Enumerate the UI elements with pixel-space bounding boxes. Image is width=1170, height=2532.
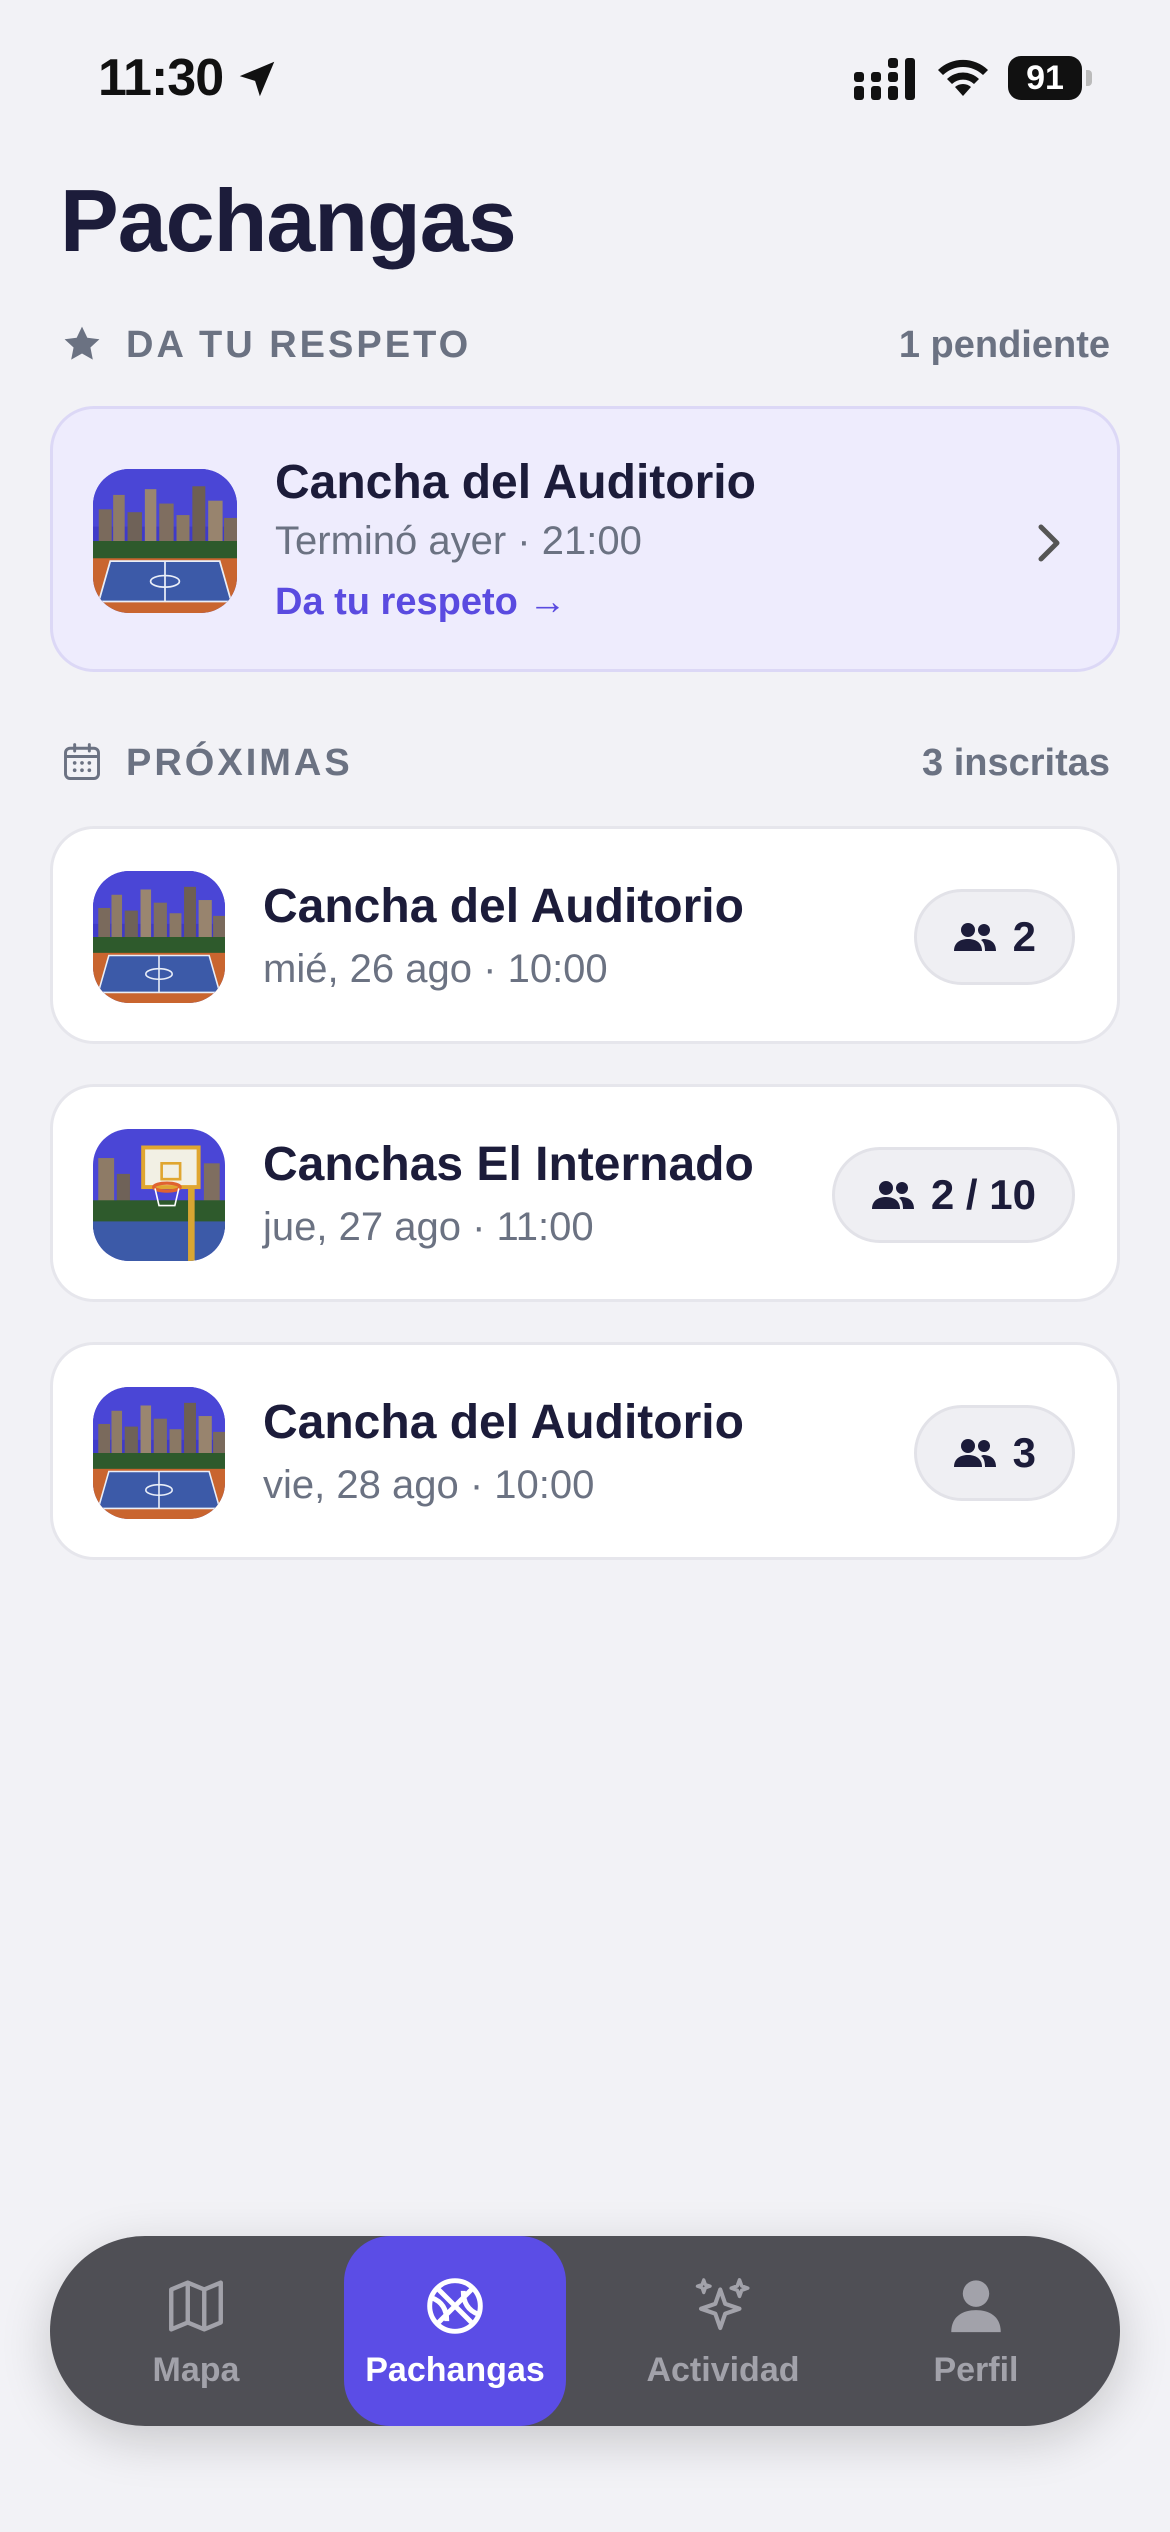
match-datetime: vie, 28 ago · 10:00 <box>263 1463 595 1507</box>
tab-perfil[interactable]: Perfil <box>890 2236 1062 2426</box>
match-datetime: jue, 27 ago · 11:00 <box>263 1205 594 1249</box>
battery-tip <box>1086 70 1092 86</box>
tab-mapa[interactable]: Mapa <box>110 2236 282 2426</box>
match-datetime: mié, 26 ago · 10:00 <box>263 947 608 991</box>
match-title: Cancha del Auditorio <box>263 880 744 933</box>
tab-label: Perfil <box>933 2350 1019 2389</box>
status-bar: 11:30 91 <box>0 0 1170 150</box>
tab-actividad[interactable]: Actividad <box>616 2236 830 2426</box>
star-icon <box>64 326 100 360</box>
upcoming-match-card[interactable]: Cancha del Auditorio vie, 28 ago · 10:00… <box>50 1342 1120 1560</box>
upcoming-match-card[interactable]: Canchas El Internado jue, 27 ago · 11:00… <box>50 1084 1120 1302</box>
map-icon <box>169 2279 223 2332</box>
pending-card-subtitle: Terminó ayer · 21:00 <box>275 519 642 563</box>
cellular-signal-icon <box>854 58 915 100</box>
players-count-badge: 2 / 10 <box>831 1147 1075 1243</box>
match-title: Canchas El Internado <box>263 1138 754 1191</box>
person-icon <box>951 2279 1001 2332</box>
court-thumbnail <box>93 1387 225 1519</box>
pending-card-title: Cancha del Auditorio <box>275 456 756 509</box>
tab-label: Actividad <box>646 2350 800 2389</box>
people-icon <box>871 1181 914 1209</box>
players-count-badge: 2 <box>913 889 1075 985</box>
tab-label: Mapa <box>152 2350 240 2389</box>
calendar-icon <box>64 743 100 780</box>
players-count: 3 <box>1012 1429 1036 1476</box>
status-time: 11:30 <box>98 49 224 107</box>
upcoming-match-card[interactable]: Cancha del Auditorio mié, 26 ago · 10:00… <box>50 826 1120 1044</box>
pending-rating-card[interactable]: Cancha del Auditorio Terminó ayer · 21:0… <box>50 406 1120 672</box>
rate-section-meta: 1 pendiente <box>898 324 1110 366</box>
match-title: Cancha del Auditorio <box>263 1396 744 1449</box>
people-icon <box>953 923 996 951</box>
chevron-right-icon <box>1038 524 1060 562</box>
rate-section-header: DA TU RESPETO 1 pendiente <box>60 314 1110 374</box>
page-title: Pachangas <box>60 171 517 270</box>
upcoming-section-label: PRÓXIMAS <box>126 742 353 784</box>
sparkles-icon <box>695 2277 750 2330</box>
bottom-tab-bar: Mapa Pachangas Actividad Perfil <box>50 2236 1120 2426</box>
players-count: 2 / 10 <box>930 1171 1036 1218</box>
upcoming-section-header: PRÓXIMAS 3 inscritas <box>60 732 1110 792</box>
court-thumbnail <box>93 871 225 1003</box>
battery-level: 91 <box>1008 56 1082 100</box>
basketball-icon <box>427 2277 483 2334</box>
tab-pachangas[interactable]: Pachangas <box>344 2236 566 2426</box>
players-count-badge: 3 <box>913 1405 1075 1501</box>
upcoming-section-meta: 3 inscritas <box>922 742 1110 784</box>
tab-label: Pachangas <box>365 2350 545 2389</box>
people-icon <box>953 1439 996 1467</box>
wifi-icon <box>938 59 988 96</box>
players-count: 2 <box>1012 913 1036 960</box>
battery-indicator: 91 <box>1008 56 1092 100</box>
court-thumbnail <box>93 469 237 613</box>
court-thumbnail <box>93 1129 225 1261</box>
rate-action-link[interactable]: Da tu respeto → <box>275 581 566 624</box>
location-arrow-icon <box>239 61 275 97</box>
rate-section-label: DA TU RESPETO <box>126 324 472 366</box>
